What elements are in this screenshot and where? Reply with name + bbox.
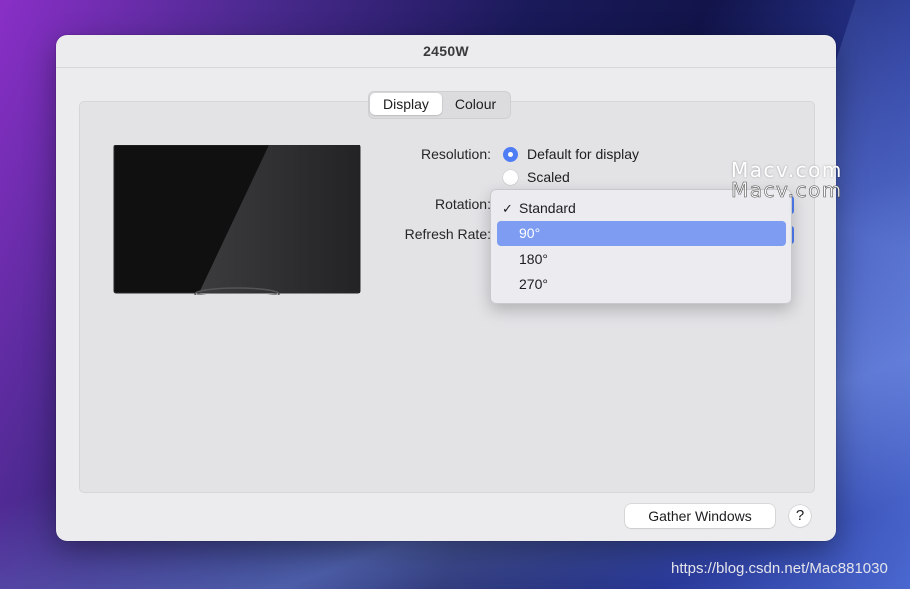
rotation-dropdown-menu: ✓ Standard 90° 180° 270°	[490, 189, 792, 304]
radio-unselected-icon	[503, 169, 518, 185]
radio-selected-icon	[503, 146, 518, 162]
display-settings-window: 2450W Display Colour Resolution: Default…	[56, 35, 836, 541]
menu-item-270[interactable]: 270°	[497, 272, 786, 297]
tab-display[interactable]: Display	[370, 93, 442, 115]
checkmark-icon: ✓	[502, 201, 513, 216]
radio-scaled-label: Scaled	[527, 169, 570, 185]
menu-item-label: 270°	[519, 276, 548, 292]
radio-default-for-display[interactable]: Default for display	[503, 146, 639, 162]
tab-colour[interactable]: Colour	[442, 93, 509, 115]
rotation-label: Rotation:	[434, 196, 491, 212]
radio-scaled[interactable]: Scaled	[503, 169, 570, 185]
resolution-label: Resolution:	[420, 146, 491, 162]
window-title: 2450W	[56, 35, 836, 68]
menu-item-90[interactable]: 90°	[497, 221, 786, 246]
menu-item-label: Standard	[519, 200, 576, 216]
menu-item-180[interactable]: 180°	[497, 247, 786, 272]
menu-item-label: 180°	[519, 251, 548, 267]
gather-windows-button[interactable]: Gather Windows	[625, 504, 775, 528]
help-button[interactable]: ?	[789, 505, 811, 527]
tab-bar: Display Colour	[368, 91, 512, 119]
menu-item-label: 90°	[519, 225, 541, 241]
watermark-macv-bottom: Macv.com	[731, 178, 843, 203]
watermark-url: https://blog.csdn.net/Mac881030	[671, 560, 888, 577]
refresh-rate-label: Refresh Rate:	[404, 226, 491, 242]
display-monitor-illustration	[113, 145, 361, 295]
radio-default-label: Default for display	[527, 146, 640, 162]
